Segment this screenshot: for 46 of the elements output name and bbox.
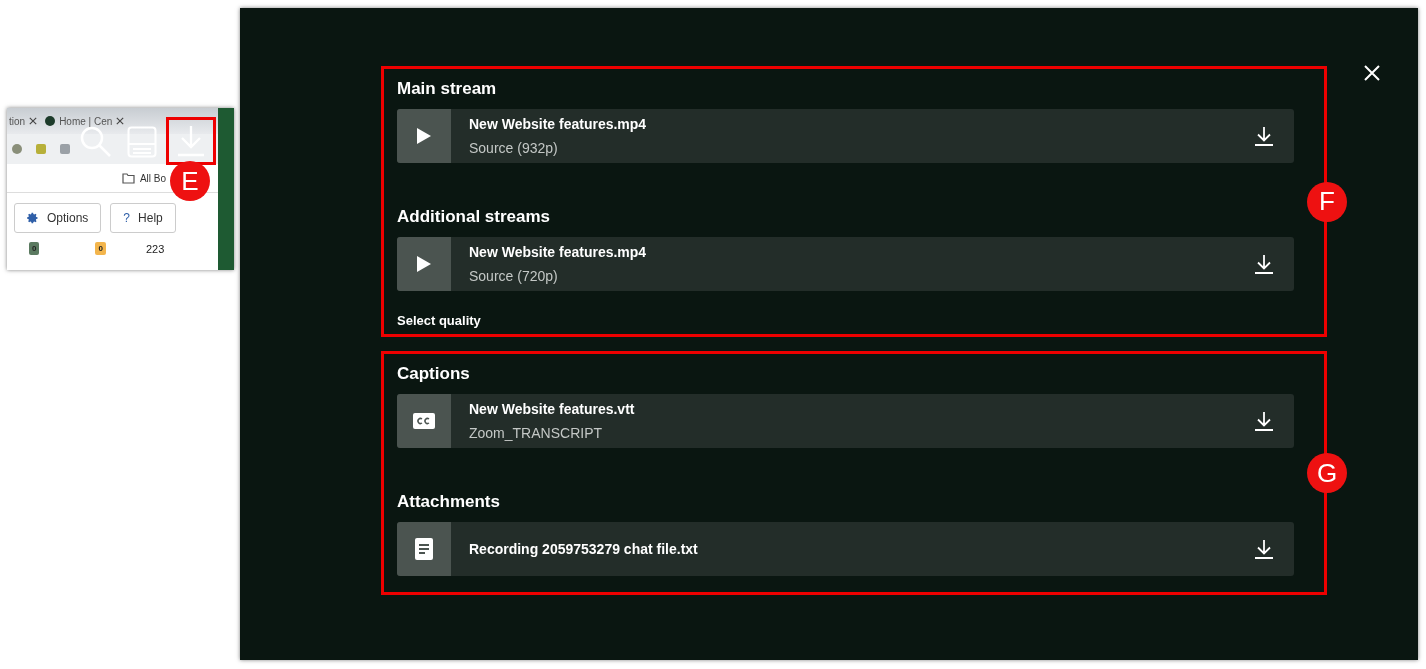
file-name: Recording 2059753279 chat file.txt (469, 541, 699, 557)
section-heading: Attachments (397, 492, 501, 512)
help-button[interactable]: ? Help (110, 203, 176, 233)
count-text: 223 (145, 242, 165, 255)
search-icon (79, 125, 113, 159)
download-icon (176, 124, 206, 158)
play-icon (416, 255, 432, 273)
count-badge: 0 (29, 242, 40, 255)
file-source: Zoom_TRANSCRIPT (469, 425, 604, 441)
close-button[interactable] (1363, 64, 1381, 82)
file-row[interactable]: New Website features.mp4 Source (932p) (397, 109, 1294, 163)
browser-tab[interactable]: Home | Cen (59, 115, 113, 127)
bookmarks-folder[interactable]: All Bo (139, 172, 166, 184)
file-source: Source (720p) (469, 268, 559, 284)
download-icon (1254, 254, 1274, 274)
close-icon[interactable] (29, 117, 38, 125)
section-heading: Additional streams (397, 207, 552, 227)
callout-marker: G (1307, 453, 1347, 493)
download-icon (1254, 539, 1274, 559)
section-heading: Captions (397, 364, 471, 384)
extension-icon[interactable] (12, 144, 22, 154)
file-name: New Website features.mp4 (469, 244, 648, 260)
gear-icon (27, 212, 39, 224)
file-name: New Website features.mp4 (469, 116, 648, 132)
file-row[interactable]: Recording 2059753279 chat file.txt (397, 522, 1294, 576)
select-quality-link[interactable]: Select quality (397, 313, 1294, 328)
close-icon[interactable] (116, 117, 125, 125)
download-icon (1254, 411, 1274, 431)
options-button[interactable]: Options (14, 203, 102, 233)
panel-icon (127, 126, 157, 158)
callout-marker: F (1307, 181, 1347, 222)
file-row[interactable]: New Website features.vtt Zoom_TRANSCRIPT (397, 394, 1294, 448)
folder-icon (121, 172, 135, 184)
callout-marker: E (170, 161, 210, 201)
browser-tab[interactable]: tion (9, 115, 26, 127)
count-badge: 0 (95, 242, 106, 255)
file-source: Source (932p) (469, 140, 559, 156)
download-icon (1254, 126, 1274, 146)
site-icon (45, 116, 56, 126)
document-icon (415, 538, 433, 560)
captions-icon (413, 413, 435, 429)
file-name: New Website features.vtt (469, 401, 636, 417)
play-icon (416, 127, 432, 145)
file-row[interactable]: New Website features.mp4 Source (720p) (397, 237, 1294, 291)
help-icon: ? (123, 211, 131, 225)
section-heading: Main stream (397, 79, 498, 99)
